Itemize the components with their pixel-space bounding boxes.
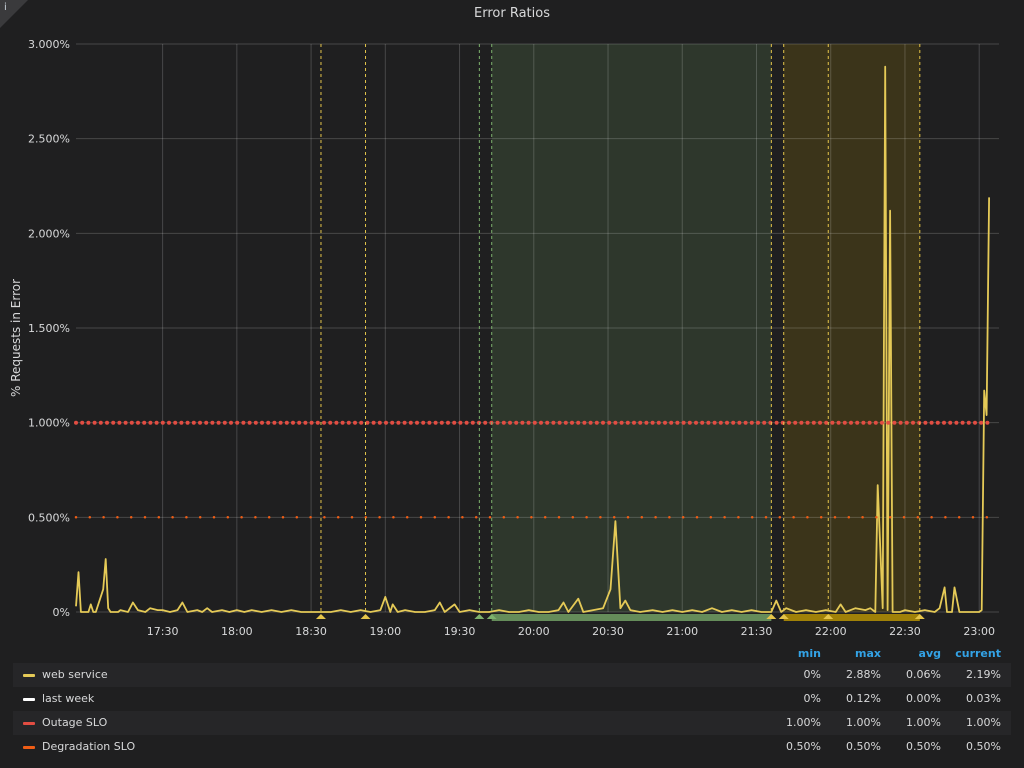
legend-avg-value: 1.00% xyxy=(906,716,941,729)
legend-series-name[interactable]: Outage SLO xyxy=(42,716,107,729)
legend-current-value: 0.50% xyxy=(966,740,1001,753)
legend-current-value: 0.03% xyxy=(966,692,1001,705)
legend-row-outage-slo[interactable]: Outage SLO 1.00% 1.00% 1.00% 1.00% xyxy=(13,711,1011,735)
x-tick-label: 18:00 xyxy=(221,625,253,638)
legend-avg-value: 0.50% xyxy=(906,740,941,753)
x-tick-label: 22:30 xyxy=(889,625,921,638)
legend-current-value: 1.00% xyxy=(966,716,1001,729)
y-axis-label: % Requests in Error xyxy=(9,279,23,397)
x-tick-label: 17:30 xyxy=(147,625,179,638)
legend-col-max[interactable]: max xyxy=(821,647,881,660)
legend-col-current[interactable]: current xyxy=(941,647,1001,660)
x-tick-label: 20:00 xyxy=(518,625,550,638)
chart-area: 0% 0.500% 1.000% 1.500% 2.000% 2.500% 3.000% 1… xyxy=(9,38,999,638)
legend-current-value: 2.19% xyxy=(966,668,1001,681)
legend-min-value: 0.50% xyxy=(786,740,821,753)
x-tick-labels: 17:30 18:00 18:30 19:00 19:30 20:00 20:30 21:00… xyxy=(147,625,995,638)
legend-swatch[interactable] xyxy=(23,698,35,701)
legend-min-value: 0% xyxy=(803,692,821,705)
time-region-bar-1[interactable] xyxy=(783,614,920,621)
y-tick-label: 2.000% xyxy=(28,227,70,240)
legend-series-name[interactable]: web service xyxy=(42,668,108,681)
x-tick-label: 19:00 xyxy=(369,625,401,638)
legend-avg-value: 0.06% xyxy=(906,668,941,681)
legend-swatch[interactable] xyxy=(23,674,35,677)
time-region-bar-0[interactable] xyxy=(491,614,772,621)
legend-series-name[interactable]: last week xyxy=(42,692,94,705)
legend-row-degradation-slo[interactable]: Degradation SLO 0.50% 0.50% 0.50% 0.50% xyxy=(13,735,1011,759)
y-tick-label: 0.500% xyxy=(28,511,70,524)
annotation-marker-2[interactable] xyxy=(474,614,485,619)
legend-min-value: 0% xyxy=(803,668,821,681)
y-tick-label: 3.000% xyxy=(28,38,70,51)
legend-swatch[interactable] xyxy=(23,722,35,725)
legend-series-name[interactable]: Degradation SLO xyxy=(42,740,135,753)
x-tick-label: 19:30 xyxy=(444,625,476,638)
x-tick-label: 22:00 xyxy=(815,625,847,638)
legend-row-web-service[interactable]: web service 0% 2.88% 0.06% 2.19% xyxy=(13,663,1011,687)
y-tick-labels: 0% 0.500% 1.000% 1.500% 2.000% 2.500% 3.000% xyxy=(28,38,70,619)
legend-max-value: 0.50% xyxy=(846,740,881,753)
annotation-marker-1[interactable] xyxy=(360,614,371,619)
legend-avg-value: 0.00% xyxy=(906,692,941,705)
y-tick-label: 1.500% xyxy=(28,322,70,335)
legend-col-min[interactable]: min xyxy=(761,647,821,660)
legend-max-value: 0.12% xyxy=(846,692,881,705)
legend-min-value: 1.00% xyxy=(786,716,821,729)
y-tick-label: 1.000% xyxy=(28,417,70,430)
legend-header: min max avg current xyxy=(13,644,1011,663)
y-tick-label: 0% xyxy=(53,606,70,619)
legend-table: min max avg current web service 0% 2.88% 0.… xyxy=(13,644,1011,759)
x-tick-label: 23:00 xyxy=(963,625,995,638)
legend-col-avg[interactable]: avg xyxy=(881,647,941,660)
x-tick-label: 20:30 xyxy=(592,625,624,638)
legend-row-last-week[interactable]: last week 0% 0.12% 0.00% 0.03% xyxy=(13,687,1011,711)
legend-swatch[interactable] xyxy=(23,746,35,749)
x-tick-label: 21:30 xyxy=(741,625,773,638)
x-tick-label: 21:00 xyxy=(666,625,698,638)
legend-max-value: 2.88% xyxy=(846,668,881,681)
annotation-marker-0[interactable] xyxy=(315,614,326,619)
legend-max-value: 1.00% xyxy=(846,716,881,729)
time-regions xyxy=(491,44,920,621)
x-tick-label: 18:30 xyxy=(295,625,327,638)
y-tick-label: 2.500% xyxy=(28,133,70,146)
